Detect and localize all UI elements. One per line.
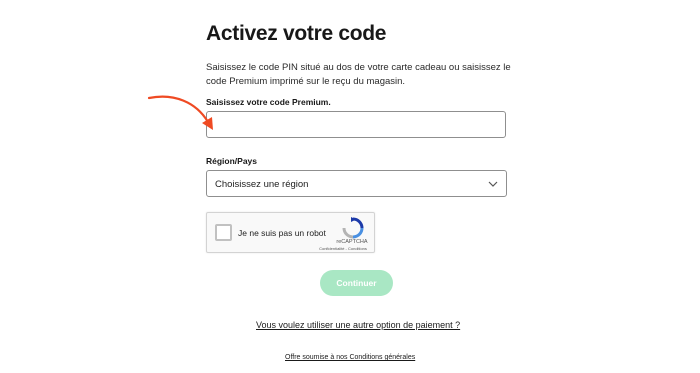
continue-button[interactable]: Continuer [320,270,393,296]
terms-conditions-link[interactable]: Offre soumise à nos Conditions générales [285,354,415,361]
recaptcha-privacy-terms[interactable]: Confidentialité - Conditions [311,246,375,251]
recaptcha-brand: reCAPTCHA [336,239,368,245]
premium-code-input[interactable] [206,111,506,138]
region-selected-value: Choisissez une région [215,179,309,190]
arrow-icon [147,95,213,130]
instructions-text: Saisissez le code PIN situé au dos de vo… [206,62,511,87]
region-field-label: Région/Pays [206,156,258,166]
other-payment-option-link[interactable]: Vous voulez utiliser une autre option de… [256,320,460,330]
page-title: Activez votre code [206,22,387,45]
recaptcha-icon [342,217,364,239]
region-select[interactable]: Choisissez une région [206,170,507,197]
recaptcha-label: Je ne suis pas un robot [238,228,326,238]
code-field-label: Saisissez votre code Premium. [206,97,331,107]
recaptcha-checkbox[interactable] [215,224,232,241]
chevron-down-icon [488,181,498,187]
gift-code-page: Activez votre code Saisissez le code PIN… [0,0,700,373]
recaptcha-widget: Je ne suis pas un robot reCAPTCHA Confid… [206,212,375,253]
